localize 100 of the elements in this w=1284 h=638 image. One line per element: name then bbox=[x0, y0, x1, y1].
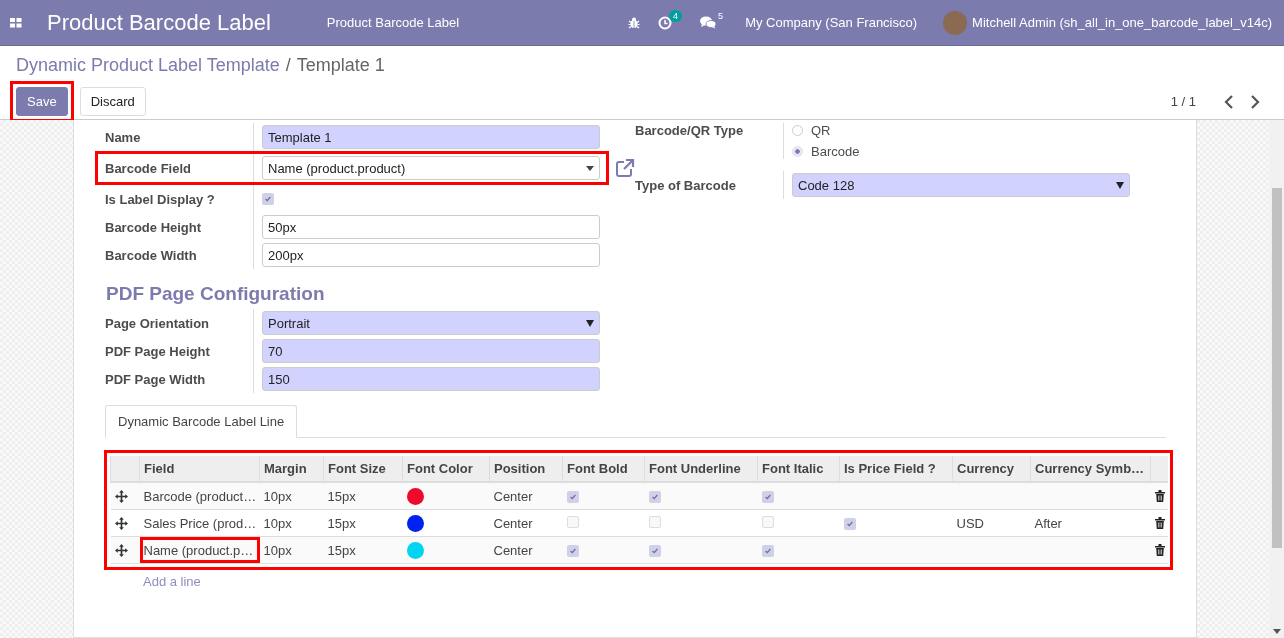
table-cell: After bbox=[1034, 515, 1062, 531]
column-header[interactable]: Currency bbox=[952, 456, 1031, 482]
checkmark-icon bbox=[650, 546, 659, 555]
checkbox[interactable] bbox=[761, 544, 774, 557]
checkmark-icon bbox=[568, 546, 577, 555]
column-header[interactable]: Position bbox=[489, 456, 563, 482]
table-cell: Sales Price (prod… bbox=[139, 509, 260, 537]
checkbox[interactable] bbox=[566, 544, 579, 557]
checkbox[interactable] bbox=[262, 193, 274, 205]
table-cell: 10px bbox=[259, 482, 324, 510]
field-label: Is Label Display ? bbox=[105, 191, 216, 207]
activity-clock-icon[interactable] bbox=[658, 15, 673, 30]
field-label: Barcode/QR Type bbox=[635, 123, 745, 138]
radio-button[interactable] bbox=[792, 125, 803, 136]
breadcrumb-link[interactable]: Dynamic Product Label Template bbox=[16, 55, 280, 76]
message-count: 5 bbox=[718, 11, 724, 21]
column-header[interactable]: Currency Symb… bbox=[1030, 456, 1151, 482]
chat-bubbles-icon[interactable] bbox=[700, 16, 717, 29]
field-label: Barcode Field bbox=[105, 160, 192, 176]
select-field[interactable]: Name (product.product) bbox=[262, 156, 600, 180]
column-header[interactable]: Font Color bbox=[402, 456, 490, 482]
scroll-down-arrow-icon[interactable] bbox=[1273, 629, 1281, 634]
input-field[interactable]: 200px bbox=[262, 243, 600, 267]
caret-icon bbox=[586, 165, 594, 171]
column-header[interactable]: Font Underline bbox=[644, 456, 758, 482]
select-field[interactable]: Code 128 bbox=[792, 173, 1130, 197]
table-cell: 15px bbox=[323, 509, 403, 537]
column-header[interactable]: Field bbox=[139, 456, 260, 482]
radio-button[interactable] bbox=[792, 146, 803, 157]
table-cell: 10px bbox=[259, 509, 324, 537]
table-cell: 10px bbox=[259, 536, 324, 564]
table-cell: USD bbox=[956, 515, 984, 531]
table-cell: 15px bbox=[323, 536, 403, 564]
move-handle-icon[interactable] bbox=[114, 489, 128, 503]
scrollbar[interactable] bbox=[1270, 120, 1284, 638]
table-cell: Center bbox=[489, 482, 563, 510]
checkmark-icon bbox=[568, 492, 577, 501]
checkbox[interactable] bbox=[648, 515, 661, 528]
checkbox[interactable] bbox=[566, 515, 579, 528]
bug-icon[interactable] bbox=[628, 16, 641, 29]
column-header[interactable]: Font Bold bbox=[562, 456, 645, 482]
field-label: PDF Page Height bbox=[105, 343, 211, 359]
menu-item[interactable]: Product Barcode Label bbox=[326, 15, 460, 30]
field-label: PDF Page Width bbox=[105, 371, 207, 387]
tab[interactable]: Dynamic Barcode Label Line bbox=[105, 405, 298, 438]
input-field[interactable]: 50px bbox=[262, 215, 600, 239]
chevron-left-icon[interactable] bbox=[1224, 94, 1234, 109]
field-label: Page Orientation bbox=[105, 315, 211, 331]
checkmark-icon bbox=[763, 492, 772, 501]
activity-count-badge: 4 bbox=[669, 9, 683, 22]
trash-icon[interactable] bbox=[1154, 544, 1165, 556]
table-cell: 15px bbox=[323, 482, 403, 510]
radio-label: Barcode bbox=[811, 144, 860, 159]
apps-menu-icon[interactable] bbox=[10, 17, 22, 28]
checkmark-icon bbox=[264, 195, 272, 203]
pager-value: 1 / 1 bbox=[1170, 94, 1196, 109]
checkbox[interactable] bbox=[648, 544, 661, 557]
breadcrumb-current: Template 1 bbox=[296, 55, 385, 76]
color-swatch[interactable] bbox=[406, 514, 424, 532]
color-swatch[interactable] bbox=[406, 541, 424, 559]
column-header[interactable]: Font Italic bbox=[757, 456, 840, 482]
field-label: Barcode Height bbox=[105, 219, 203, 235]
trash-icon[interactable] bbox=[1154, 517, 1165, 529]
checkbox[interactable] bbox=[648, 490, 661, 503]
column-header[interactable]: Font Size bbox=[323, 456, 403, 482]
table-cell: Barcode (product… bbox=[139, 482, 260, 510]
table-cell: Name (product.p… bbox=[139, 536, 260, 564]
select-field[interactable]: Portrait bbox=[262, 311, 600, 335]
checkmark-icon bbox=[763, 546, 772, 555]
chevron-right-icon[interactable] bbox=[1250, 94, 1260, 109]
discard-button[interactable]: Discard bbox=[79, 87, 146, 116]
caret-icon bbox=[1116, 181, 1124, 189]
table-cell: Center bbox=[489, 509, 563, 537]
column-header[interactable]: Margin bbox=[259, 456, 324, 482]
breadcrumb-separator: / bbox=[285, 55, 291, 76]
checkmark-icon bbox=[650, 492, 659, 501]
external-link-icon[interactable] bbox=[615, 158, 635, 178]
save-button[interactable]: Save bbox=[16, 87, 68, 116]
checkbox[interactable] bbox=[566, 490, 579, 503]
checkbox[interactable] bbox=[843, 517, 856, 530]
company-switcher[interactable]: My Company (San Francisco) bbox=[745, 15, 918, 30]
app-title: Product Barcode Label bbox=[47, 9, 271, 36]
section-title: PDF Page Configuration bbox=[106, 283, 326, 305]
input-field[interactable]: 150 bbox=[262, 367, 600, 391]
table-cell: Center bbox=[489, 536, 563, 564]
move-handle-icon[interactable] bbox=[114, 516, 128, 530]
field-label: Barcode Width bbox=[105, 247, 198, 263]
trash-icon[interactable] bbox=[1154, 490, 1165, 502]
move-handle-icon[interactable] bbox=[114, 543, 128, 557]
color-swatch[interactable] bbox=[406, 487, 424, 505]
radio-label: QR bbox=[811, 123, 831, 138]
user-menu[interactable]: Mitchell Admin (sh_all_in_one_barcode_label_v14c) bbox=[972, 15, 1272, 30]
checkmark-icon bbox=[845, 519, 854, 528]
column-header[interactable]: Is Price Field ? bbox=[839, 456, 953, 482]
checkbox[interactable] bbox=[761, 515, 774, 528]
caret-icon bbox=[586, 319, 594, 327]
input-field[interactable]: Template 1 bbox=[262, 125, 600, 149]
checkbox[interactable] bbox=[761, 490, 774, 503]
field-label: Type of Barcode bbox=[635, 177, 737, 193]
input-field[interactable]: 70 bbox=[262, 339, 600, 363]
